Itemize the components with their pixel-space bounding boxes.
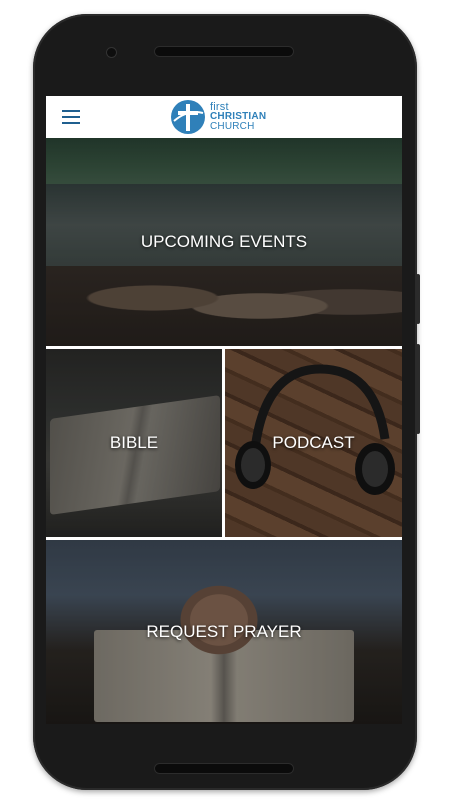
logo-line-church: CHURCH [210, 121, 255, 132]
bible-tile[interactable]: BIBLE [46, 349, 222, 537]
bottom-speaker [155, 764, 293, 773]
front-camera [107, 48, 116, 57]
request-prayer-label: REQUEST PRAYER [146, 622, 302, 641]
bible-label: BIBLE [109, 433, 159, 452]
podcast-tile[interactable]: PODCAST [225, 349, 402, 537]
podcast-label: PODCAST [272, 433, 355, 452]
power-button [416, 344, 420, 434]
church-logo: first CHRISTIAN CHURCH [170, 98, 290, 136]
cross-globe-icon [171, 100, 205, 134]
app-bar: first CHRISTIAN CHURCH [46, 96, 402, 138]
logo-text: first CHRISTIAN CHURCH [210, 102, 266, 132]
upcoming-events-label: UPCOMING EVENTS [140, 232, 308, 251]
request-prayer-tile[interactable]: REQUEST PRAYER [46, 540, 402, 724]
upcoming-events-tile[interactable]: UPCOMING EVENTS [46, 138, 402, 346]
app-screen: first CHRISTIAN CHURCH UPCOMING EVENTS B… [46, 96, 402, 724]
hamburger-menu-icon[interactable] [62, 110, 80, 124]
volume-button [416, 274, 420, 324]
top-speaker [155, 47, 293, 56]
